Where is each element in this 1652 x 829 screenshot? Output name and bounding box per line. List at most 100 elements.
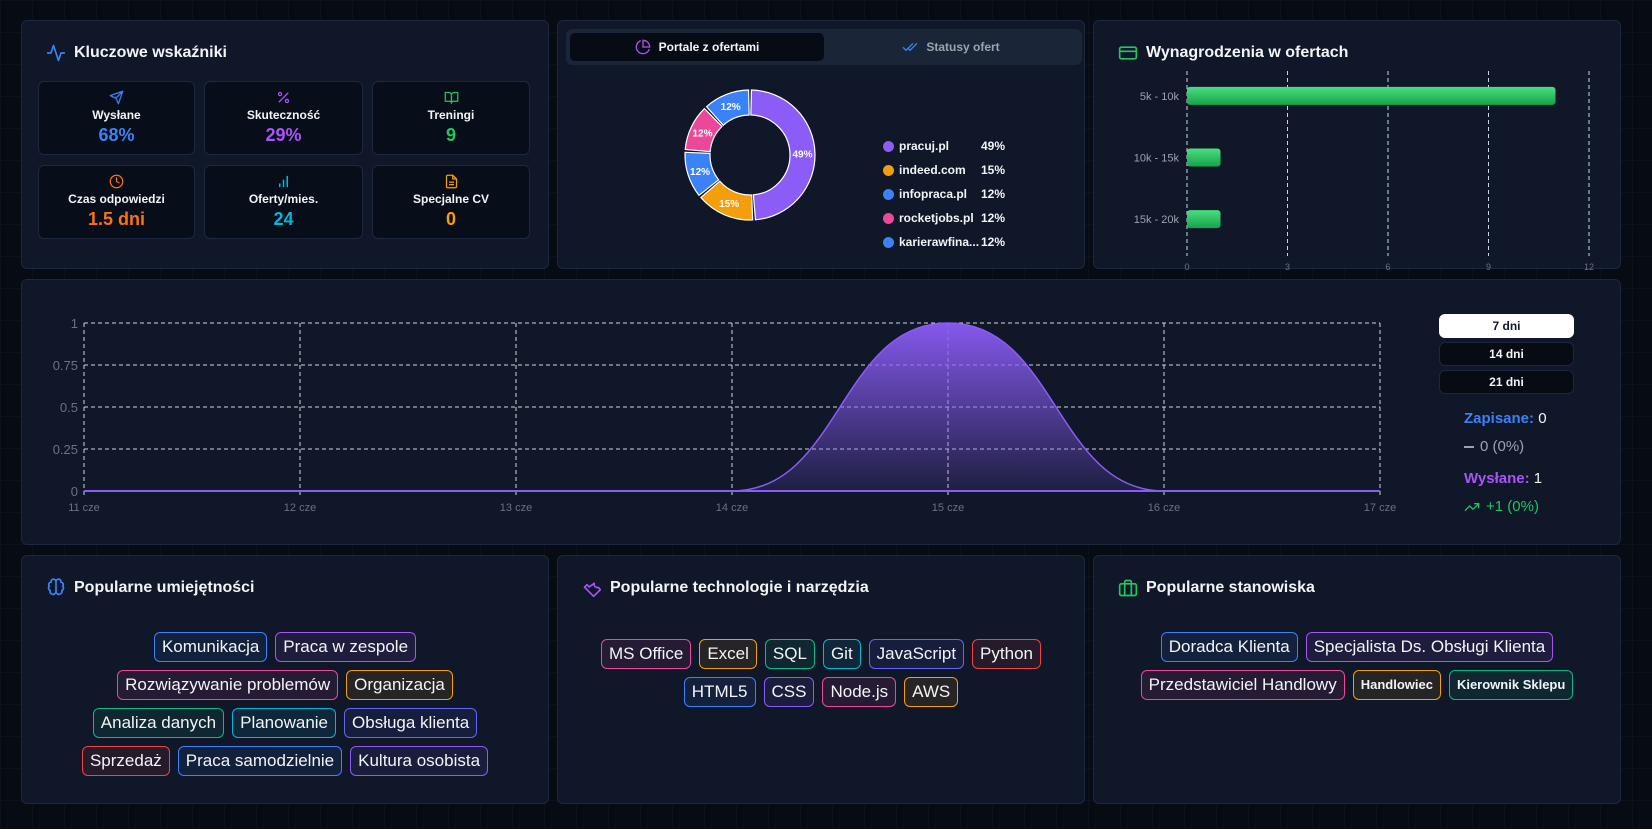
kpi-card: Kluczowe wskaźniki Wysłane 68% Skuteczno… (21, 20, 549, 269)
salary-bar[interactable] (1187, 210, 1221, 229)
tech-tag-list: MS Office Excel SQL Git JavaScript Python HTML… (558, 639, 1084, 707)
legend-dot (883, 188, 894, 200)
legend-value: 49% (981, 139, 1006, 153)
bar-chart-icon (276, 174, 291, 189)
x-tick-label: 0 (1184, 262, 1189, 270)
donut-slice-label: 12% (692, 129, 712, 140)
legend-value: 12% (981, 211, 1006, 225)
donut-slice-label: 12% (721, 102, 741, 113)
saved-stat: Zapisane: 0 (1464, 410, 1547, 427)
skills-card: Popularne umiejętności Komunikacja Praca … (21, 555, 549, 804)
tag-row: Rozwiązywanie problemów Organizacja (117, 670, 453, 700)
kpi-tile: Oferty/mies. 24 (204, 165, 363, 239)
skills-title: Popularne umiejętności (46, 578, 254, 598)
trending-up-icon (1464, 502, 1480, 511)
salary-bar[interactable] (1187, 148, 1221, 167)
legend-dot (883, 140, 894, 152)
kpi-value: 68% (98, 125, 135, 145)
briefcase-icon (1118, 579, 1138, 597)
wrench-icon (583, 582, 602, 598)
kpi-value: 1.5 dni (87, 209, 145, 229)
range-7-days-button[interactable]: 7 dni (1439, 314, 1574, 338)
tag-chip[interactable]: Doradca Klienta (1160, 632, 1298, 662)
tag-chip[interactable]: Handlowiec (1352, 670, 1441, 700)
kpi-label: Czas odpowiedzi (68, 192, 165, 206)
portals-card: Portale z ofertami Statusy ofert 49% 15% 1… (557, 20, 1085, 269)
tag-chip[interactable]: Obsługa klienta (344, 708, 478, 738)
tag-chip[interactable]: Analiza danych (92, 708, 225, 738)
salary-card: Wynagrodzenia w ofertach 0 3 6 9 12 5k - 10k 1… (1093, 20, 1621, 270)
kpi-label: Skuteczność (246, 108, 321, 122)
portals-donut-chart: 49% 15% 12% 12% 12% (684, 89, 816, 221)
tag-chip[interactable]: CSS (763, 677, 815, 707)
tag-chip[interactable]: Organizacja (346, 670, 453, 700)
legend-item[interactable]: indeed.com 15% (883, 158, 1005, 182)
legend-label: infopraca.pl (899, 187, 968, 201)
donut-slice-label: 12% (690, 167, 710, 178)
send-icon (109, 90, 124, 105)
tag-row: Doradca Klienta Specjalista Ds. Obsługi K… (1160, 632, 1554, 662)
tag-chip[interactable]: Specjalista Ds. Obsługi Klienta (1305, 632, 1554, 662)
legend-item[interactable]: rocketjobs.pl 12% (883, 206, 1005, 230)
kpi-value: 0 (445, 209, 456, 229)
tag-chip[interactable]: SQL (764, 639, 815, 669)
book-icon (444, 90, 459, 105)
saved-change: 0 (0%) (1464, 438, 1524, 455)
tag-chip[interactable]: Przedstawiciel Handlowy (1140, 670, 1345, 700)
tag-chip[interactable]: Kultura osobista (350, 746, 489, 776)
donut-slice-label: 49% (792, 149, 812, 160)
legend-value: 12% (981, 187, 1006, 201)
tag-row: Analiza danych Planowanie Obsługa klienta (92, 708, 478, 738)
legend-dot (883, 212, 894, 224)
tag-chip[interactable]: HTML5 (683, 677, 756, 707)
legend-item[interactable]: karierawfina... 12% (883, 230, 1005, 254)
tag-chip[interactable]: Excel (699, 639, 757, 669)
portals-legend: pracuj.pl 49% indeed.com 15% infopraca.p… (883, 134, 1005, 254)
range-14-days-button[interactable]: 14 dni (1439, 342, 1574, 366)
tag-chip[interactable]: MS Office (601, 639, 692, 669)
legend-label: pracuj.pl (899, 139, 950, 153)
tag-chip[interactable]: Praca w zespole (275, 632, 417, 662)
tag-chip[interactable]: Python (972, 639, 1041, 669)
legend-item[interactable]: pracuj.pl 49% (883, 134, 1005, 158)
tag-row: Sprzedaż Praca samodzielnie Kultura osobis… (81, 746, 489, 776)
kpi-label: Oferty/mies. (248, 192, 319, 206)
kpi-grid: Wysłane 68% Skuteczność 29% Treningi 9 C… (38, 81, 530, 239)
positions-card: Popularne stanowiska Doradca Klienta Spec… (1093, 555, 1621, 804)
tag-chip[interactable]: Planowanie (232, 708, 337, 738)
tag-chip[interactable]: Sprzedaż (81, 746, 170, 776)
y-category-label: 15k - 20k (1134, 214, 1180, 226)
sent-stat: Wysłane: 1 (1464, 470, 1543, 487)
y-category-label: 5k - 10k (1140, 91, 1180, 103)
tag-chip[interactable]: AWS (904, 677, 959, 707)
kpi-title: Kluczowe wskaźniki (46, 43, 227, 63)
tag-chip[interactable]: Node.js (822, 677, 897, 707)
kpi-tile: Skuteczność 29% (204, 81, 363, 155)
legend-item[interactable]: infopraca.pl 12% (883, 182, 1005, 206)
kpi-tile: Czas odpowiedzi 1.5 dni (38, 165, 195, 239)
tag-chip[interactable]: Kierownik Sklepu (1448, 670, 1574, 700)
kpi-label: Specjalne CV (412, 192, 490, 206)
tag-chip[interactable]: JavaScript (868, 639, 965, 669)
kpi-label: Treningi (427, 108, 475, 122)
x-tick-label: 9 (1486, 262, 1491, 270)
tag-chip[interactable]: Git (822, 639, 861, 669)
tag-chip[interactable]: Rozwiązywanie problemów (117, 670, 339, 700)
percent-icon (276, 90, 291, 105)
kpi-tile: Wysłane 68% (38, 81, 195, 155)
range-21-days-button[interactable]: 21 dni (1439, 370, 1574, 394)
tag-chip[interactable]: Praca samodzielnie (177, 746, 343, 776)
salary-bar[interactable] (1187, 86, 1556, 105)
tag-row: MS Office Excel SQL Git JavaScript Python (601, 639, 1041, 669)
dash-icon (1464, 445, 1474, 448)
tag-chip[interactable]: Komunikacja (153, 632, 268, 662)
legend-label: indeed.com (899, 163, 966, 177)
skills-tag-list: Komunikacja Praca w zespole Rozwiązywanie … (22, 632, 548, 776)
kpi-tile: Treningi 9 (372, 81, 530, 155)
kpi-value: 9 (445, 125, 456, 145)
positions-title: Popularne stanowiska (1118, 578, 1315, 598)
legend-value: 15% (981, 163, 1006, 177)
kpi-label: Wysłane (92, 108, 141, 122)
kpi-tile: Specjalne CV 0 (372, 165, 530, 239)
legend-value: 12% (981, 235, 1006, 249)
